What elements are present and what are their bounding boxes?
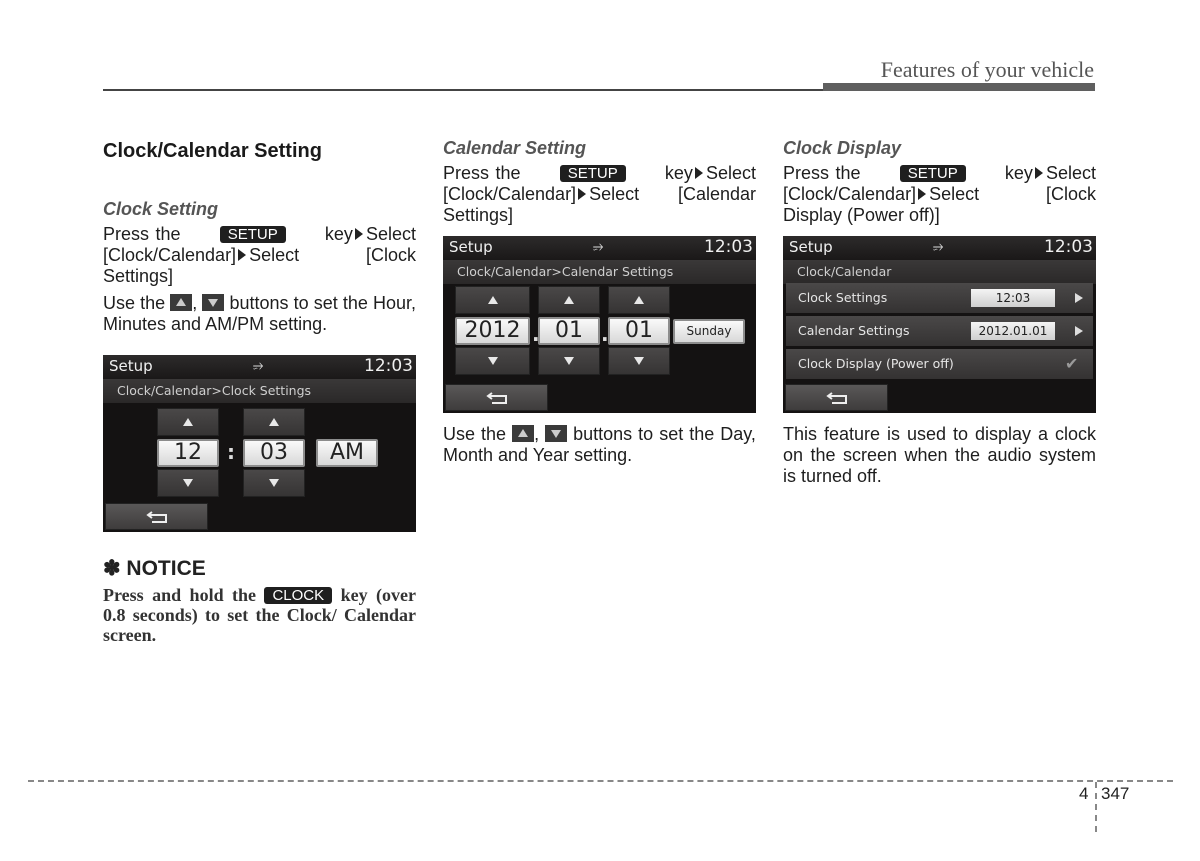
section-title: Features of your vehicle — [880, 57, 1094, 82]
screen-breadcrumb: Clock/Calendar>Calendar Settings — [443, 260, 756, 284]
header-rule — [103, 89, 823, 91]
usb-icon: ⭌ — [933, 239, 944, 254]
menu-row-clock-settings[interactable]: Clock Settings 12:03 — [786, 283, 1093, 313]
down-arrow-icon — [564, 357, 574, 365]
clock-calendar-menu-screen: Setup ⭌ 12:03 Clock/Calendar Clock Setti… — [783, 236, 1096, 413]
setup-key: SETUP — [899, 165, 966, 182]
back-arrow-icon — [826, 392, 847, 404]
up-arrow-icon — [487, 296, 498, 304]
down-arrow-icon — [183, 479, 193, 487]
section-heading: Clock/Calendar Setting — [103, 140, 322, 162]
screen-title: Setup — [109, 357, 153, 375]
time-separator: : — [227, 440, 235, 464]
weekday-value: Sunday — [673, 319, 745, 344]
back-button[interactable] — [105, 503, 208, 530]
menu-row-clock-display[interactable]: Clock Display (Power off) ✔ — [786, 349, 1093, 379]
page-number: 347 — [1101, 784, 1130, 803]
subheading-clock-display: Clock Display — [783, 138, 902, 158]
checkmark-icon[interactable]: ✔ — [1065, 356, 1083, 372]
month-up-button[interactable] — [538, 286, 600, 314]
up-arrow-icon — [634, 296, 644, 304]
up-arrow-icon — [183, 418, 193, 426]
arrow-right-icon — [1034, 167, 1043, 179]
footer-divider — [1095, 782, 1097, 832]
down-arrow-icon — [202, 294, 225, 311]
header-bar — [823, 83, 1095, 91]
day-value: 01 — [608, 317, 670, 345]
column-clock-display: Clock Display Press the SETUP key Select … — [783, 138, 1096, 487]
chevron-right-icon — [1075, 293, 1083, 303]
instruction-paragraph-cont: [Clock/Calendar] Select [Clock Display (P… — [783, 184, 1096, 225]
chevron-right-icon — [1075, 326, 1083, 336]
screen-time: 12:03 — [364, 356, 413, 376]
column-clock-setting: Clock/Calendar Setting Clock Setting Pre… — [103, 138, 416, 645]
screen-status-bar: Setup ⭌ 12:03 — [103, 355, 416, 379]
up-arrow-icon — [564, 296, 574, 304]
screen-status-bar: Setup ⭌ 12:03 — [443, 236, 756, 260]
arrow-right-icon — [694, 167, 703, 179]
minute-value: 03 — [243, 439, 305, 467]
subheading-calendar-setting: Calendar Setting — [443, 138, 587, 158]
down-arrow-icon — [545, 425, 568, 442]
day-up-button[interactable] — [608, 286, 670, 314]
down-arrow-icon — [487, 357, 498, 365]
arrow-right-icon — [354, 228, 363, 240]
usb-icon: ⭌ — [253, 358, 264, 373]
screen-time: 12:03 — [704, 237, 753, 257]
year-value: 2012 — [455, 317, 530, 345]
instruction-paragraph: Press the SETUP key Select — [443, 163, 756, 183]
use-buttons-paragraph: Use the , buttons to set the Hour, Minut… — [103, 293, 416, 334]
arrow-right-icon — [238, 249, 247, 261]
instruction-paragraph: Press the SETUP key Select — [103, 224, 416, 244]
month-value: 01 — [538, 317, 600, 345]
calendar-settings-screen: Setup ⭌ 12:03 Clock/Calendar>Calendar Se… — [443, 236, 756, 413]
up-arrow-icon — [269, 418, 279, 426]
month-down-button[interactable] — [538, 347, 600, 375]
chapter-number: 4 — [1079, 784, 1089, 803]
back-button[interactable] — [785, 384, 888, 411]
minute-down-button[interactable] — [243, 469, 305, 497]
usb-icon: ⭌ — [593, 239, 604, 254]
hour-value: 12 — [157, 439, 219, 467]
day-down-button[interactable] — [608, 347, 670, 375]
minute-up-button[interactable] — [243, 408, 305, 436]
calendar-value: 2012.01.01 — [971, 322, 1055, 340]
screen-breadcrumb: Clock/Calendar>Clock Settings — [103, 379, 416, 403]
back-arrow-icon — [486, 392, 507, 404]
instruction-paragraph-cont: [Clock/Calendar] Select [Clock Settings] — [103, 245, 416, 286]
back-button[interactable] — [445, 384, 548, 411]
setup-key: SETUP — [559, 165, 626, 182]
instruction-paragraph: Press the SETUP key Select — [783, 163, 1096, 183]
setup-key: SETUP — [219, 226, 286, 243]
down-arrow-icon — [634, 357, 644, 365]
screen-status-bar: Setup ⭌ 12:03 — [783, 236, 1096, 260]
notice-text: Press and hold the CLOCK key (over 0.8 s… — [103, 585, 416, 645]
up-arrow-icon — [512, 425, 535, 442]
use-buttons-paragraph: Use the , buttons to set the Day, Month … — [443, 424, 756, 465]
clock-value: 12:03 — [971, 289, 1055, 307]
hour-down-button[interactable] — [157, 469, 219, 497]
column-calendar-setting: Calendar Setting Press the SETUP key Sele… — [443, 138, 756, 466]
screen-title: Setup — [789, 238, 833, 256]
subheading-clock-setting: Clock Setting — [103, 199, 219, 219]
down-arrow-icon — [269, 479, 279, 487]
clock-key: CLOCK — [264, 587, 333, 604]
year-up-button[interactable] — [455, 286, 530, 314]
up-arrow-icon — [170, 294, 193, 311]
back-arrow-icon — [146, 511, 167, 523]
arrow-right-icon — [578, 188, 587, 200]
screen-title: Setup — [449, 238, 493, 256]
screen-breadcrumb: Clock/Calendar — [783, 260, 1096, 284]
clock-settings-screen: Setup ⭌ 12:03 Clock/Calendar>Clock Setti… — [103, 355, 416, 532]
footer-rule — [28, 780, 1173, 782]
ampm-toggle[interactable]: AM — [316, 439, 378, 467]
description-paragraph: This feature is used to display a clock … — [783, 424, 1096, 486]
menu-row-calendar-settings[interactable]: Calendar Settings 2012.01.01 — [786, 316, 1093, 346]
screen-time: 12:03 — [1044, 237, 1093, 257]
arrow-right-icon — [918, 188, 927, 200]
year-down-button[interactable] — [455, 347, 530, 375]
hour-up-button[interactable] — [157, 408, 219, 436]
notice-heading: ✽ NOTICE — [103, 557, 206, 580]
instruction-paragraph-cont: [Clock/Calendar] Select [Calendar Setting… — [443, 184, 756, 225]
